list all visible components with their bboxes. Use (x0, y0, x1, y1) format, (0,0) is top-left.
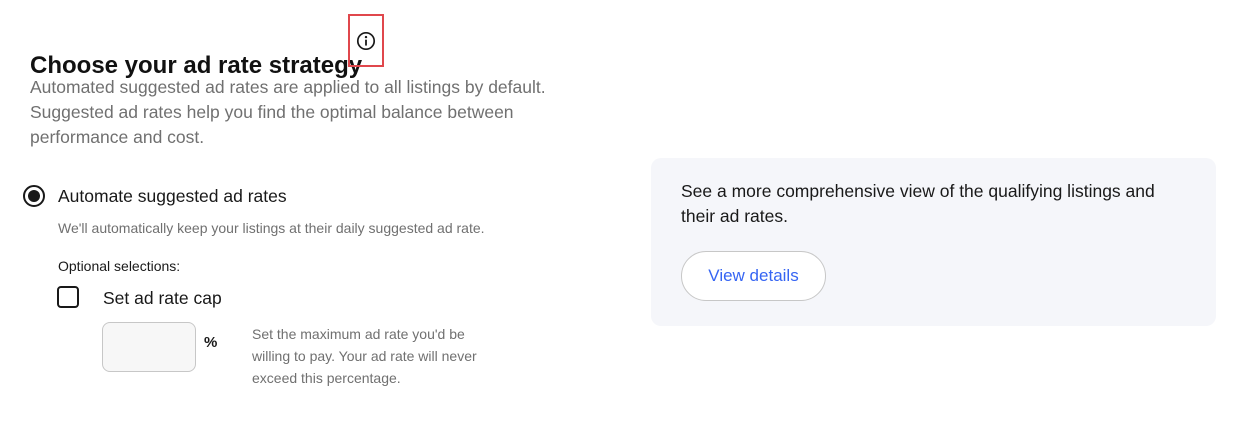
percent-unit: % (204, 334, 218, 351)
automate-radio[interactable] (23, 185, 45, 207)
automate-description: We'll automatically keep your listings a… (58, 220, 485, 236)
radio-selected-dot (28, 190, 40, 202)
info-button[interactable] (348, 14, 384, 67)
ad-rate-cap-label[interactable]: Set ad rate cap (103, 287, 222, 309)
automate-radio-label[interactable]: Automate suggested ad rates (58, 185, 287, 207)
intro-text: Automated suggested ad rates are applied… (30, 77, 546, 147)
ad-rate-cap-checkbox[interactable] (57, 286, 79, 308)
details-panel-text: See a more comprehensive view of the qua… (681, 181, 1155, 226)
ad-rate-cap-help: Set the maximum ad rate you'd be willing… (252, 326, 477, 386)
info-icon[interactable] (356, 31, 376, 51)
view-details-button[interactable]: View details (681, 251, 826, 301)
optional-selections-label: Optional selections: (58, 258, 181, 274)
ad-rate-cap-input[interactable] (102, 322, 196, 372)
details-panel: See a more comprehensive view of the qua… (651, 158, 1216, 326)
